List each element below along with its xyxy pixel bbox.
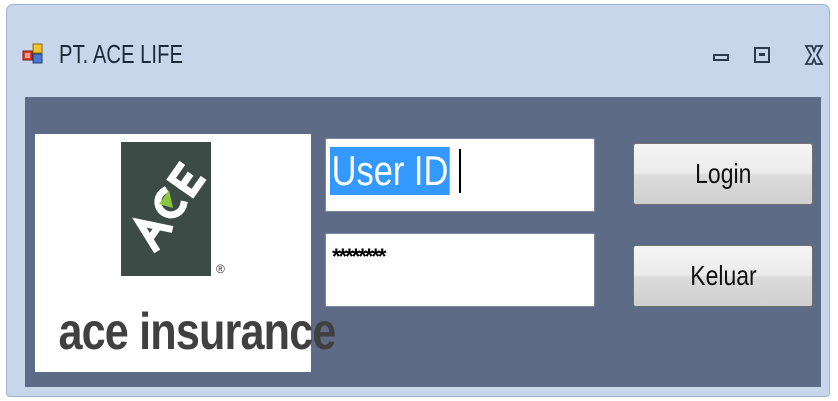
login-window: PT. ACE LIFE ® ace insurance User ID ***… [6, 4, 830, 397]
user-id-field[interactable]: User ID [325, 138, 595, 212]
login-button-label: Login [694, 158, 752, 189]
close-button[interactable] [800, 41, 828, 69]
text-caret [459, 149, 461, 193]
window-title: PT. ACE LIFE [59, 39, 183, 69]
exit-button[interactable]: Keluar [633, 245, 813, 307]
title-bar[interactable]: PT. ACE LIFE [7, 5, 829, 97]
exit-button-label: Keluar [689, 260, 757, 291]
client-area: ® ace insurance User ID ******** Login K… [25, 97, 821, 387]
minimize-icon [713, 54, 729, 61]
maximize-button[interactable] [748, 41, 776, 69]
login-button[interactable]: Login [633, 143, 813, 205]
user-id-selected-text: User ID [330, 147, 451, 195]
app-icon [22, 43, 43, 64]
logo-wordmark: ace insurance [58, 303, 336, 361]
password-mask: ******** [332, 244, 386, 269]
ace-logo-mark [121, 142, 211, 276]
company-logo: ® ace insurance [35, 134, 336, 372]
maximize-icon [754, 47, 770, 63]
registered-mark: ® [216, 262, 225, 276]
minimize-button[interactable] [707, 41, 735, 69]
close-icon [804, 45, 824, 65]
password-field[interactable]: ******** [325, 233, 595, 307]
